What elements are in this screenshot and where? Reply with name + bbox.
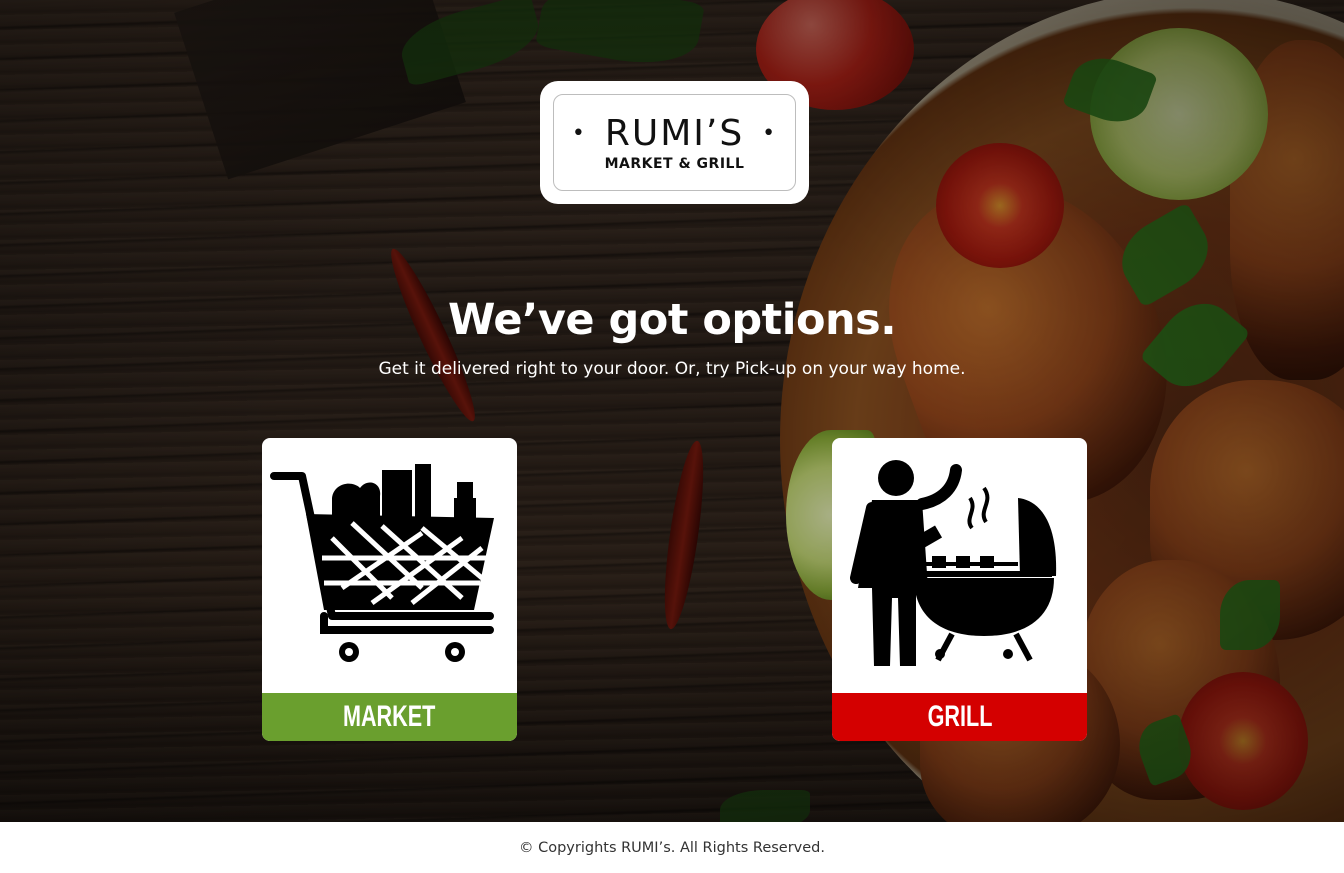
page-subheadline: Get it delivered right to your door. Or,… (378, 359, 966, 379)
logo-dot-icon: • (762, 120, 778, 146)
page-headline: We’ve got options. (447, 295, 897, 345)
grill-option-card[interactable]: GRILL (832, 438, 1087, 741)
site-footer: © Copyrights RUMI’s. All Rights Reserved… (0, 822, 1344, 873)
market-option-label: MARKET (262, 693, 517, 741)
market-option-card[interactable]: MARKET (262, 438, 517, 741)
grill-option-label: GRILL (832, 693, 1087, 741)
brand-tagline: MARKET & GRILL (604, 155, 745, 172)
grill-option-label-text: GRILL (927, 700, 992, 733)
logo-title-row: • RUMI’S • (571, 112, 778, 154)
copyright-text: © Copyrights RUMI’s. All Rights Reserved… (518, 839, 825, 856)
person-grilling-icon (832, 438, 1087, 693)
brand-logo[interactable]: • RUMI’S • MARKET & GRILL (540, 81, 809, 204)
logo-dot-icon: • (571, 120, 587, 146)
brand-name: RUMI’S (604, 112, 745, 154)
shopping-cart-icon (262, 438, 517, 693)
market-option-label-text: MARKET (343, 700, 436, 733)
